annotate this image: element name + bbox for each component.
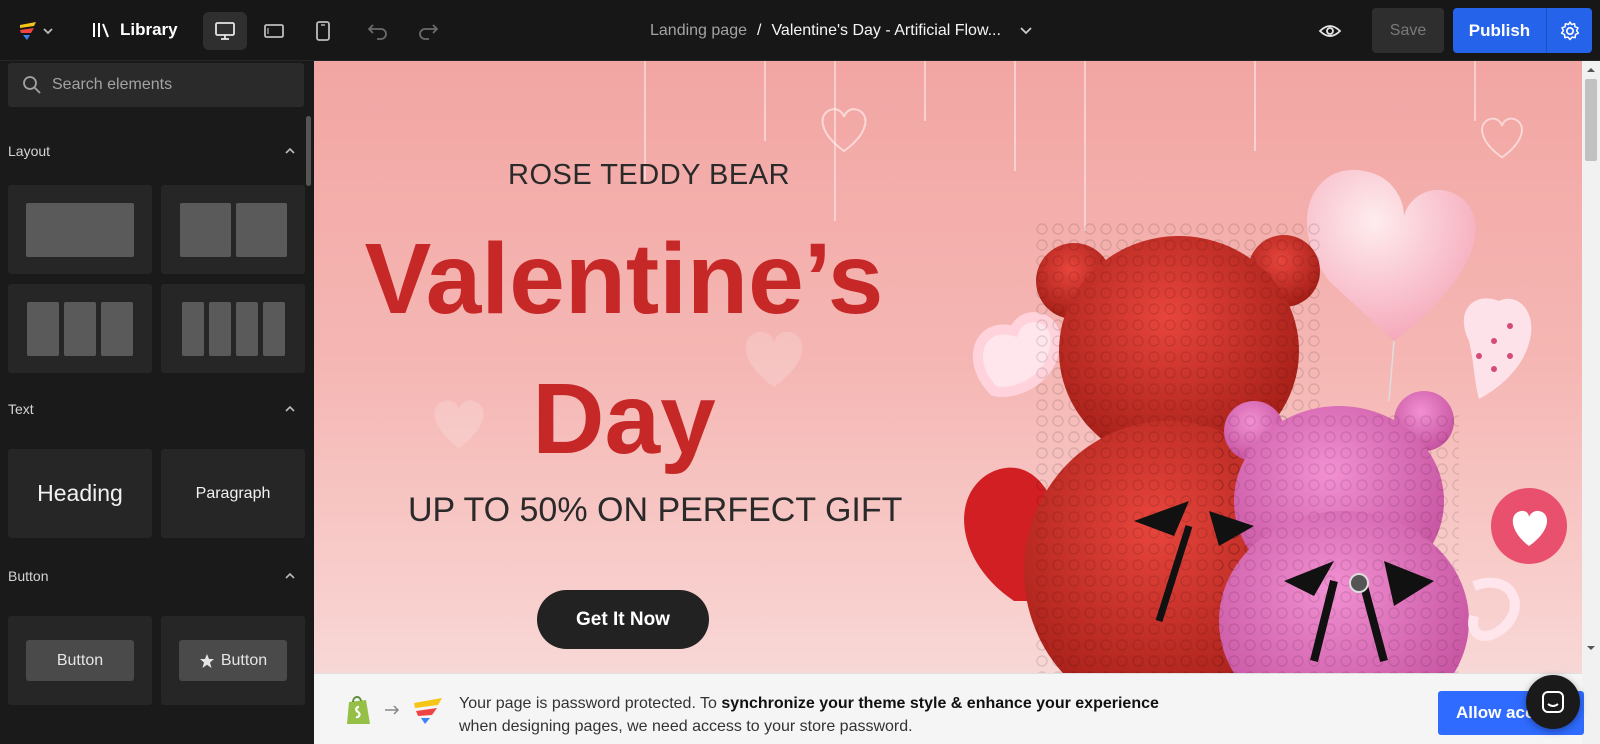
section-header-button[interactable]: Button (8, 564, 304, 588)
desktop-icon (215, 22, 235, 40)
chat-support-button[interactable] (1526, 675, 1580, 729)
scroll-down-icon[interactable] (1582, 641, 1600, 655)
notice-text-part-1: Your page is password protected. To (459, 695, 722, 712)
library-button[interactable]: Library (92, 16, 178, 44)
button-element[interactable]: Button (8, 616, 152, 705)
canvas-scrollbar[interactable] (1582, 61, 1600, 744)
icon-button-element[interactable]: Button (161, 616, 305, 705)
chat-icon (1542, 691, 1564, 713)
chevron-down-icon[interactable] (1019, 26, 1033, 36)
button-label: Button (56, 651, 104, 669)
redo-button[interactable] (412, 16, 444, 46)
app-logo-icon (414, 698, 442, 724)
search-placeholder: Search elements (52, 76, 173, 93)
desktop-view-button[interactable] (203, 12, 247, 50)
integration-icons (344, 694, 444, 726)
rose-teddy-bears-image (964, 169, 1567, 731)
notice-text-bold: synchronize your theme style & enhance y… (721, 695, 1159, 712)
chevron-up-icon (285, 405, 295, 412)
paragraph-label: Paragraph (195, 484, 271, 502)
library-icon (93, 23, 109, 38)
section-header-text[interactable]: Text (8, 397, 304, 421)
library-label: Library (120, 20, 178, 39)
eye-icon (1318, 25, 1342, 37)
publish-settings-button[interactable] (1546, 8, 1592, 53)
layout-1-column[interactable] (8, 185, 152, 274)
preview-button[interactable] (1314, 16, 1346, 46)
notice-text-part-2: when designing pages, we need access to … (459, 718, 913, 735)
elements-sidebar: Search elements Layout Text Heading Para… (0, 61, 314, 744)
password-notice-text: Your page is password protected. To sync… (459, 692, 1279, 738)
heading-element[interactable]: Heading (8, 449, 152, 538)
layout-2-columns[interactable] (161, 185, 305, 274)
section-header-layout[interactable]: Layout (8, 139, 304, 163)
password-notice-bar: Your page is password protected. To sync… (314, 673, 1584, 744)
canvas-scrollbar-thumb[interactable] (1585, 79, 1597, 161)
page-breadcrumb[interactable]: Landing page / Valentine's Day - Artific… (650, 18, 1033, 44)
save-button[interactable]: Save (1372, 8, 1444, 53)
mobile-view-button[interactable] (301, 12, 345, 50)
section-title: Layout (8, 143, 51, 159)
arrow-right-icon (385, 705, 400, 715)
chevron-up-icon (285, 572, 295, 579)
paragraph-element[interactable]: Paragraph (161, 449, 305, 538)
get-it-now-button[interactable]: Get It Now (537, 590, 709, 649)
star-icon (199, 653, 214, 668)
chevron-down-icon (43, 28, 53, 35)
app-logo-menu[interactable] (16, 18, 58, 44)
redo-icon (419, 24, 439, 40)
undo-icon (367, 24, 387, 40)
hero-subtitle[interactable]: ROSE TEDDY BEAR (508, 159, 790, 192)
tablet-icon (264, 24, 284, 38)
heading-label: Heading (37, 480, 123, 506)
hero-offer-text[interactable]: UP TO 50% ON PERFECT GIFT (408, 491, 902, 530)
search-elements-input[interactable]: Search elements (8, 63, 304, 107)
page-title: Valentine's Day - Artificial Flow... (771, 22, 1001, 39)
section-title: Text (8, 401, 34, 417)
sidebar-scrollbar[interactable] (306, 116, 311, 186)
hero-title-line-1: Valentine’s (364, 223, 884, 335)
app-logo-icon (20, 22, 53, 40)
gear-icon (1560, 20, 1579, 40)
icon-button-preview: Button (179, 640, 287, 681)
tablet-view-button[interactable] (252, 12, 296, 50)
mobile-icon (316, 21, 330, 41)
button-label: Button (220, 651, 268, 669)
breadcrumb-root[interactable]: Landing page (650, 22, 747, 40)
scroll-up-icon[interactable] (1582, 63, 1600, 77)
page-canvas[interactable]: ROSE TEDDY BEAR Valentine’s Day UP TO 50… (314, 61, 1582, 744)
button-preview: Button (26, 640, 134, 681)
layout-3-columns[interactable] (8, 284, 152, 373)
hero-title[interactable]: Valentine’s Day (344, 209, 904, 489)
layout-4-columns[interactable] (161, 284, 305, 373)
hero-title-line-2: Day (532, 363, 716, 475)
shopify-bag-icon (347, 696, 370, 724)
breadcrumb-separator: / (756, 22, 762, 39)
undo-button[interactable] (362, 16, 394, 46)
section-title: Button (8, 568, 49, 584)
chevron-up-icon (285, 147, 295, 154)
top-bar: Library Landing page / Valentine's Day -… (0, 0, 1600, 61)
search-icon (23, 76, 41, 94)
publish-button[interactable]: Publish (1453, 8, 1546, 53)
heart-decoration-icon (821, 108, 867, 153)
